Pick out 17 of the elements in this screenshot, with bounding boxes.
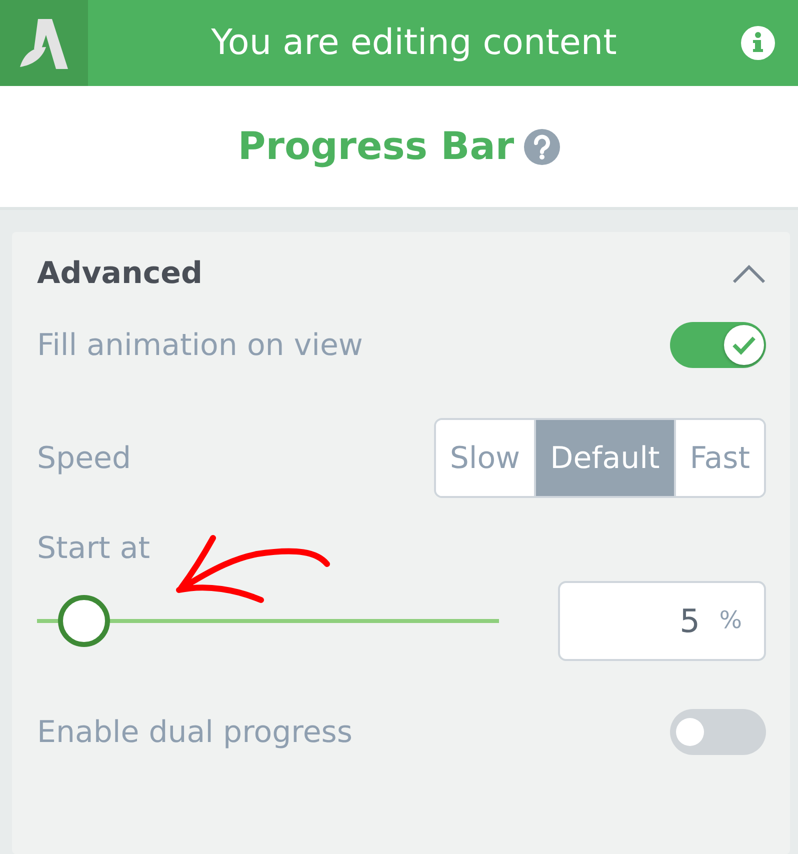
setting-label: Speed bbox=[37, 440, 132, 478]
unit-label: % bbox=[719, 605, 742, 635]
setting-label: Start at bbox=[37, 531, 150, 566]
setting-label: Enable dual progress bbox=[37, 714, 353, 752]
toggle-switch[interactable] bbox=[670, 322, 766, 368]
chevron-icon[interactable] bbox=[732, 264, 766, 284]
help-icon[interactable] bbox=[524, 128, 560, 164]
block-title: Progress Bar bbox=[238, 123, 514, 170]
setting-label: Fill animation on view bbox=[37, 326, 363, 364]
check-icon bbox=[732, 335, 756, 355]
header-title: You are editing content bbox=[210, 22, 618, 65]
speed-option[interactable]: Default bbox=[534, 420, 674, 496]
speed-option[interactable]: Fast bbox=[674, 420, 764, 496]
section-title: Advanced bbox=[37, 254, 202, 292]
toggle-switch[interactable] bbox=[670, 709, 766, 755]
info-icon[interactable] bbox=[740, 25, 776, 61]
slider-thumb[interactable] bbox=[58, 595, 110, 647]
